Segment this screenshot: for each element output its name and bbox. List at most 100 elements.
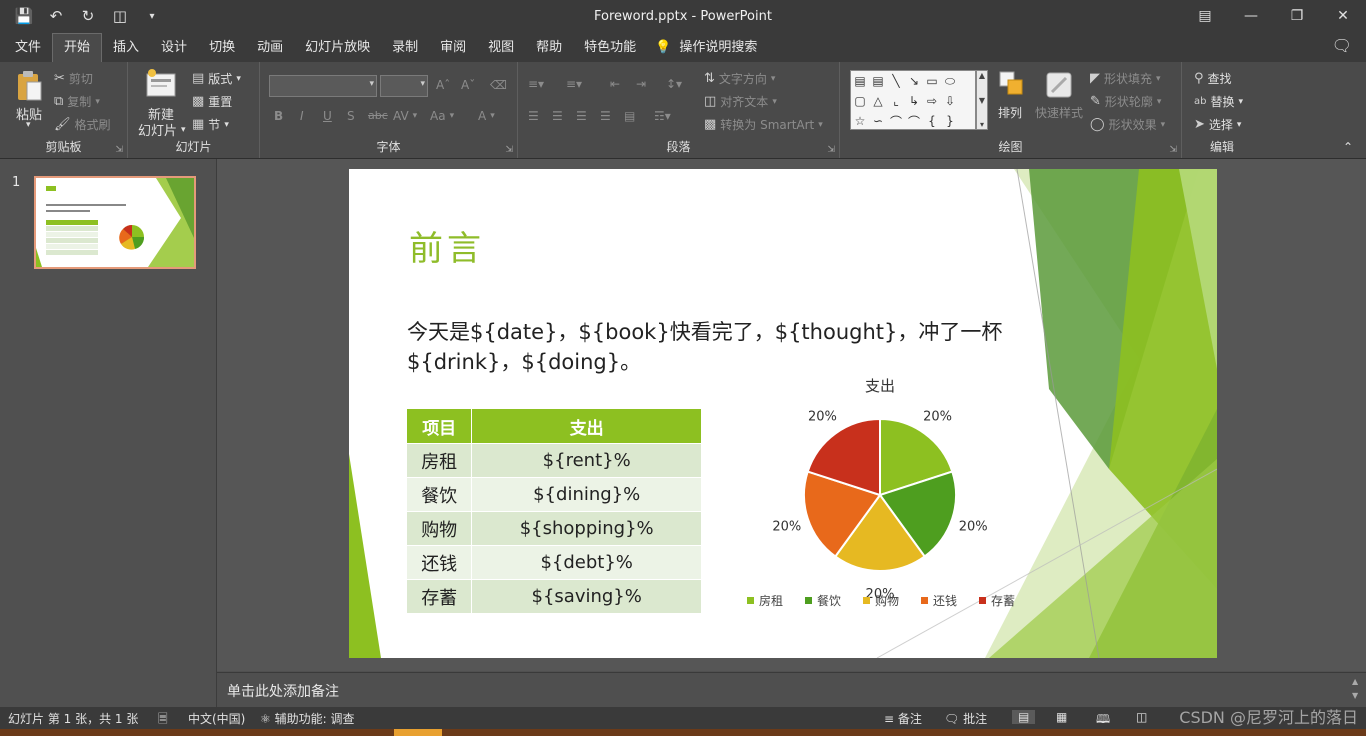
shape-outline-button[interactable]: ✎ 形状轮廓 ▾ [1090,93,1161,110]
replace-button[interactable]: ab 替换 ▾ [1194,93,1243,110]
curve-icon[interactable]: ⌒ [887,111,905,131]
right-arrow-icon[interactable]: ⇨ [923,91,941,111]
align-text-button[interactable]: ◫ 对齐文本 ▾ [704,93,777,110]
tab-transitions[interactable]: 切换 [198,34,246,62]
customize-toolbar-icon[interactable]: ▾ [142,11,162,22]
slide-sorter-icon[interactable]: ▦ [1056,710,1067,724]
tab-view[interactable]: 视图 [477,34,525,62]
align-right-icon[interactable]: ☰ [576,109,587,123]
arrow-line-icon[interactable]: ↘ [905,71,923,91]
shapes-gallery[interactable]: ▤ ▤ ╲ ↘ ▭ ⬭ ▢ △ ⌞ ↳ ⇨ ⇩ ☆ ∽ ⌒ ⌒{} [850,70,976,130]
arc-icon[interactable]: ⌒ [905,111,923,131]
font-size-combo[interactable]: ▾ [380,75,428,97]
language-indicator[interactable]: 中文(中国) [188,710,245,727]
slide-title[interactable]: 前言 [409,221,485,270]
tab-slideshow[interactable]: 幻灯片放映 [294,34,381,62]
layout-button[interactable]: ▤ 版式 ▾ [192,70,241,87]
grow-font-icon[interactable]: Aˆ [436,78,450,92]
oval-icon[interactable]: ⬭ [941,71,959,91]
copy-button[interactable]: ⧉ 复制 ▾ [54,93,100,110]
comments-toggle[interactable]: 🗨 批注 [944,710,987,727]
triangle-icon[interactable]: △ [869,91,887,111]
paste-dropdown-icon[interactable]: ▾ [26,120,31,130]
notes-toggle[interactable]: ≡ 备注 [884,710,922,727]
star-icon[interactable]: ☆ [851,111,869,131]
shadow-button[interactable]: S [347,109,355,123]
rectangle-icon[interactable]: ▭ [923,71,941,91]
elbow-connector-icon[interactable]: ⌞ [887,91,905,111]
shape-effects-button[interactable]: ◯ 形状效果 ▾ [1090,116,1165,133]
normal-view-icon[interactable]: ▤ [1012,710,1036,724]
tab-animations[interactable]: 动画 [246,34,294,62]
quick-styles-icon[interactable] [1044,70,1074,100]
notes-pane[interactable]: 单击此处添加备注 ▲ ▼ [217,672,1366,707]
cut-button[interactable]: ✂ 剪切 [54,70,93,87]
align-left-icon[interactable]: ☰ [528,109,539,123]
new-slide-icon[interactable] [145,68,176,98]
taskbar-active-app[interactable] [394,729,442,736]
pie-chart[interactable]: 支出 20% 20% 20% 20% 20% 房租 餐饮 购物 还钱 存蓄 [739,365,1029,625]
bullets-icon[interactable]: ≡▾ [528,77,544,91]
notes-scrollbar[interactable]: ▲ ▼ [1352,675,1364,703]
distribute-icon[interactable]: ▤ [624,109,635,123]
shapes-gallery-scroll[interactable]: ▲ ▼ ▾ [976,70,988,130]
elbow-arrow-icon[interactable]: ↳ [905,91,923,111]
slideshow-view-icon[interactable]: ◫ [1136,710,1147,724]
expense-table[interactable]: 项目 支出 房租 ${rent}% 餐饮 ${dining}% 购物 ${sho… [405,408,702,614]
font-color-button[interactable]: A ▾ [478,109,495,123]
textbox-icon[interactable]: ▤ [851,71,869,91]
collapse-ribbon-icon[interactable]: ⌃ [1343,140,1353,154]
save-icon[interactable]: 💾 [14,7,34,25]
columns-icon[interactable]: ☶▾ [654,109,671,123]
down-arrow-icon[interactable]: ⇩ [941,91,959,111]
maximize-icon[interactable]: ❐ [1274,0,1320,32]
justify-icon[interactable]: ☰ [600,109,611,123]
tab-record[interactable]: 录制 [381,34,429,62]
text-direction-button[interactable]: ⇅ 文字方向 ▾ [704,70,775,87]
tab-design[interactable]: 设计 [150,34,198,62]
tab-features[interactable]: 特色功能 [573,34,647,62]
reading-view-icon[interactable]: 🕮 [1096,710,1110,731]
rounded-rect-icon[interactable]: ▢ [851,91,869,111]
freeform-icon[interactable]: ∽ [869,111,887,131]
spellcheck-icon[interactable]: 🗏 [158,710,168,731]
increase-indent-icon[interactable]: ⇥ [636,77,646,91]
right-brace-icon[interactable]: } [941,111,959,131]
paragraph-launcher-icon[interactable]: ⇲ [827,145,835,155]
find-button[interactable]: ⚲ 查找 [1194,70,1232,87]
underline-button[interactable]: U [323,109,332,123]
tab-help[interactable]: 帮助 [525,34,573,62]
close-icon[interactable]: ✕ [1320,0,1366,32]
ribbon-display-icon[interactable]: ▤ [1182,0,1228,32]
clear-format-icon[interactable]: ⌫ [490,78,507,92]
minimize-icon[interactable]: — [1228,0,1274,32]
tab-insert[interactable]: 插入 [102,34,150,62]
accessibility-status[interactable]: ⚛ 辅助功能: 调查 [260,710,354,727]
section-button[interactable]: ▦ 节 ▾ [192,116,229,133]
redo-icon[interactable]: ↻ [78,7,98,25]
slide-thumbnail[interactable] [34,176,196,269]
shape-fill-button[interactable]: ◤ 形状填充 ▾ [1090,70,1161,87]
bold-button[interactable]: B [274,109,283,123]
tell-me-search[interactable]: 💡 操作说明搜索 [647,34,765,62]
line-spacing-icon[interactable]: ↕▾ [666,77,682,91]
present-icon[interactable]: ◫ [110,7,130,25]
line-icon[interactable]: ╲ [887,71,905,91]
tab-review[interactable]: 审阅 [429,34,477,62]
numbering-icon[interactable]: ≡▾ [566,77,582,91]
align-center-icon[interactable]: ☰ [552,109,563,123]
char-spacing-button[interactable]: AV ▾ [393,109,417,123]
format-painter-button[interactable]: 🖌 格式刷 [54,116,111,133]
shrink-font-icon[interactable]: Aˇ [461,78,475,92]
slide-canvas[interactable]: 前言 今天是${date}，${book}快看完了，${thought}，冲了一… [349,169,1217,658]
clipboard-launcher-icon[interactable]: ⇲ [115,145,123,155]
undo-icon[interactable]: ↶ [46,7,66,25]
font-name-combo[interactable]: ▾ [269,75,377,97]
italic-button[interactable]: I [300,109,304,123]
reset-button[interactable]: ▩ 重置 [192,93,232,110]
drawing-launcher-icon[interactable]: ⇲ [1169,145,1177,155]
font-launcher-icon[interactable]: ⇲ [505,145,513,155]
new-slide-button[interactable]: 幻灯片 ▾ [138,120,186,139]
paste-icon[interactable] [14,70,44,101]
arrange-button[interactable]: 排列 [998,104,1022,121]
